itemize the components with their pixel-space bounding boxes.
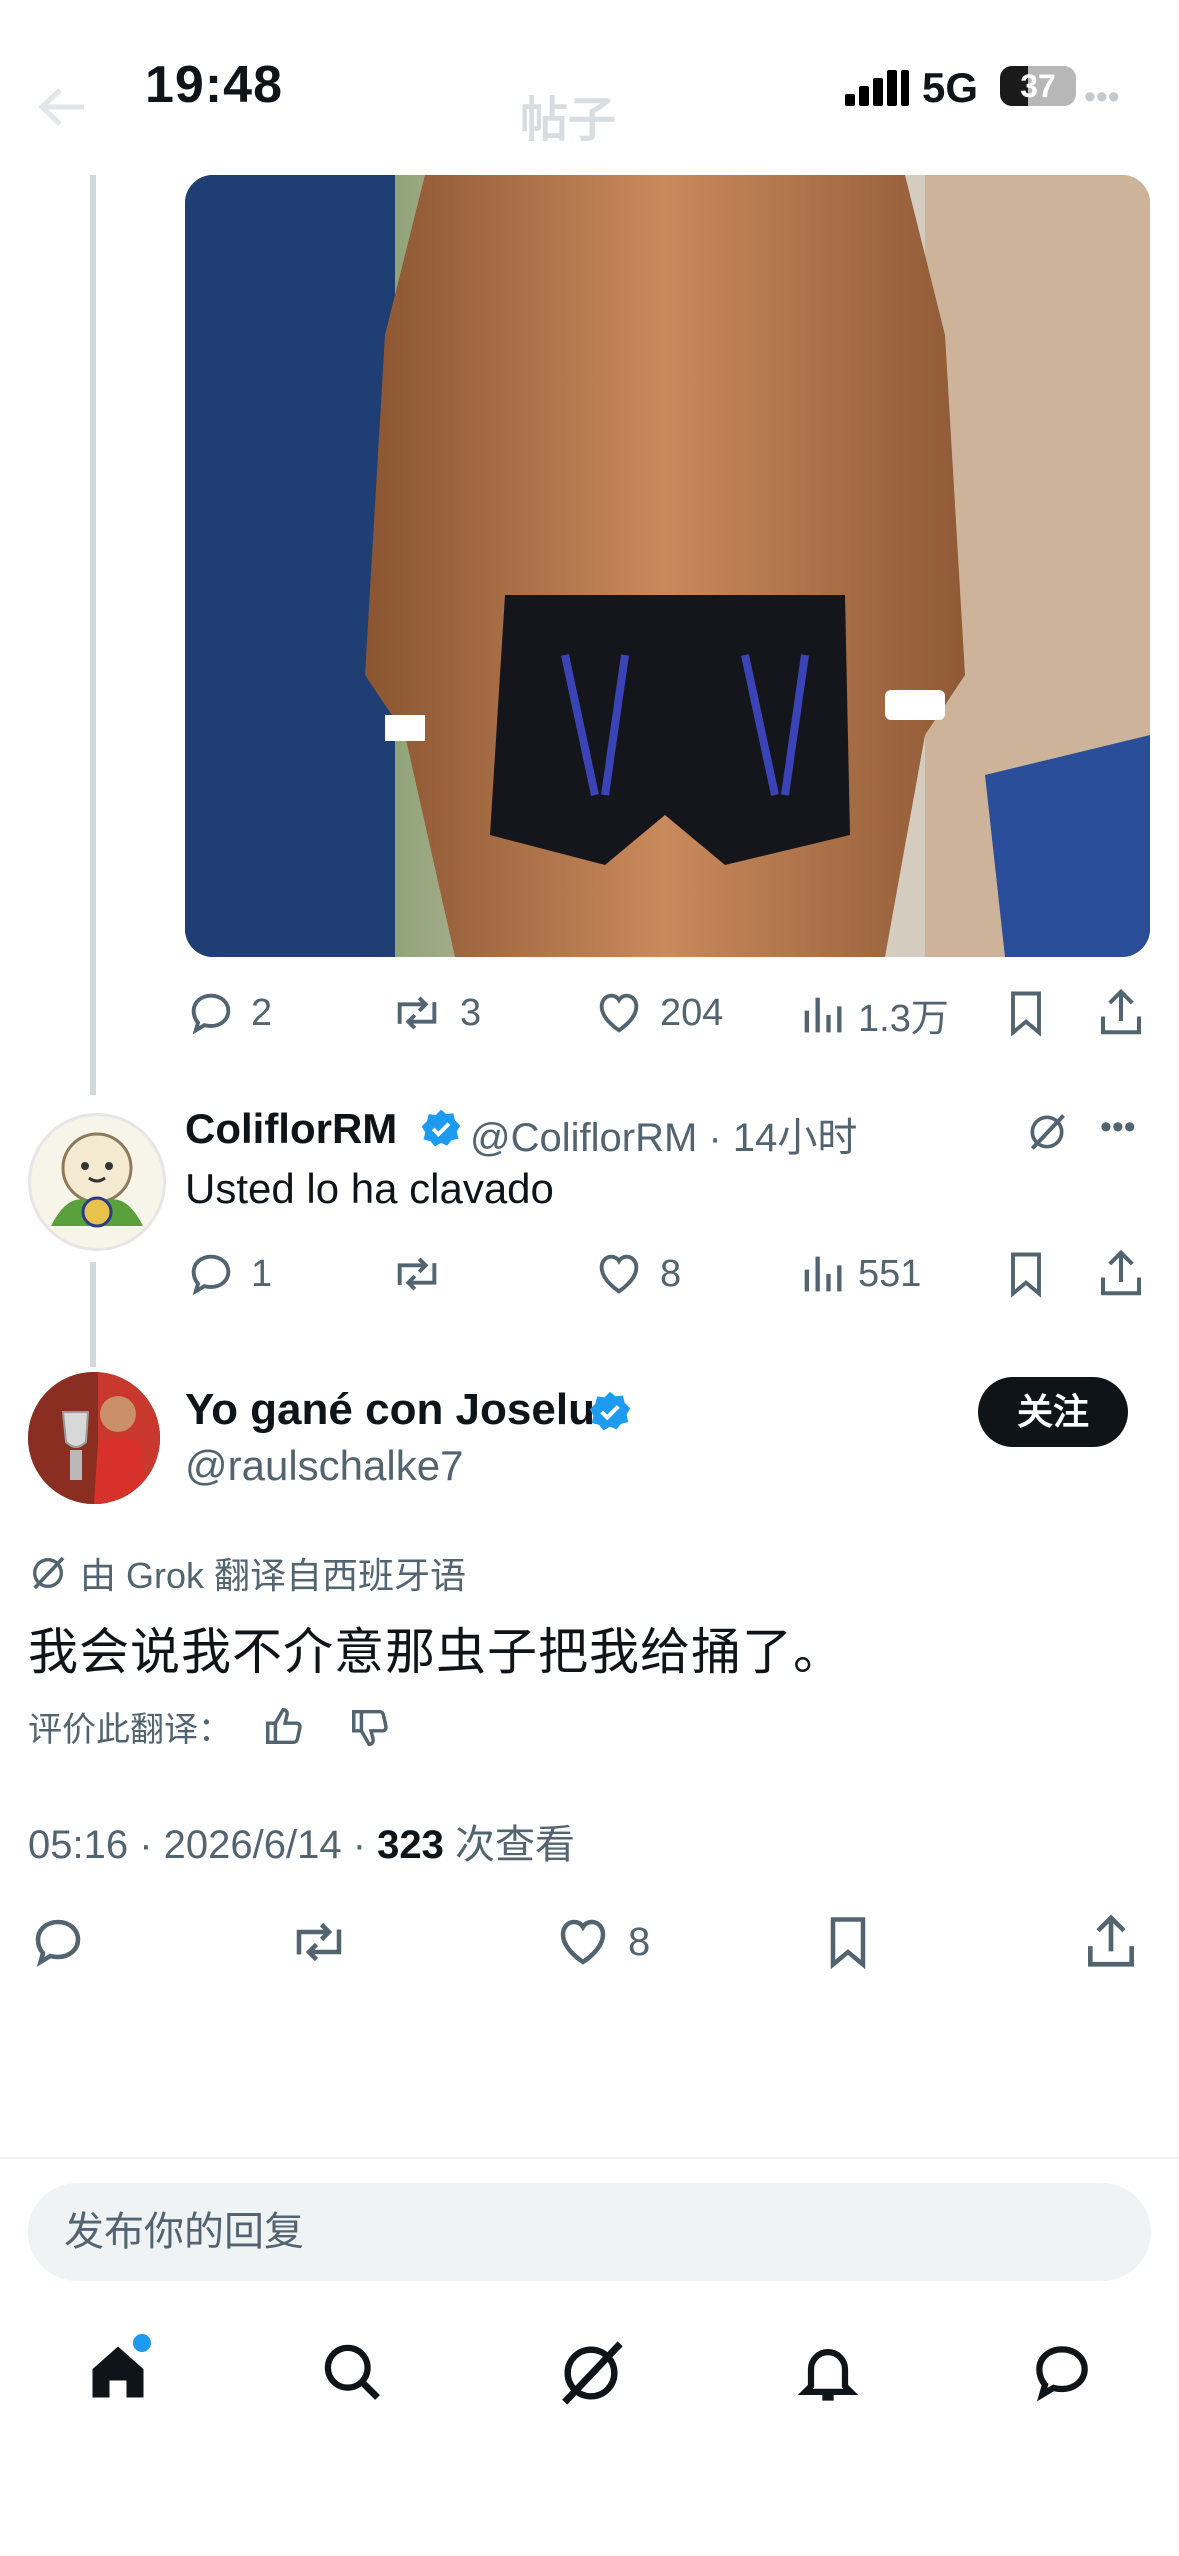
translation-notice: 由 Grok 翻译自西班牙语	[28, 1547, 466, 1599]
tab-messages[interactable]	[1028, 2338, 1096, 2406]
notification-dot	[133, 2334, 151, 2352]
more-options-icon[interactable]: •••	[1100, 1108, 1136, 1147]
reply-icon	[191, 1254, 231, 1296]
repost-icon	[397, 996, 437, 1030]
verified-badge-icon	[588, 1390, 632, 1434]
back-arrow-icon[interactable]	[30, 82, 90, 132]
share-icon[interactable]	[1082, 1910, 1140, 1972]
reply-text: Usted lo ha clavado	[185, 1165, 554, 1212]
bookmark-icon[interactable]	[820, 1912, 876, 1972]
tweet-meta: 05:16 · 2026/6/14 · 323 次查看	[28, 1812, 575, 1870]
views-count: 551	[858, 1252, 922, 1295]
avatar[interactable]	[28, 1113, 166, 1251]
divider	[0, 2157, 1179, 2159]
tweet-photo[interactable]	[185, 175, 1150, 957]
grok-icon	[33, 1556, 65, 1590]
bookmark-icon[interactable]	[1002, 1248, 1050, 1300]
views-count: 323	[377, 1823, 444, 1867]
thread-line	[90, 1262, 96, 1367]
signal-icon	[845, 68, 909, 108]
views-button[interactable]: 551	[800, 1248, 921, 1300]
tab-search[interactable]	[318, 2338, 386, 2406]
network-type: 5G	[922, 64, 979, 111]
bookmark-icon[interactable]	[1002, 987, 1050, 1039]
author-handle: @raulschalke7	[185, 1442, 464, 1489]
tab-grok[interactable]	[556, 2338, 626, 2408]
rate-label: 评价此翻译：	[28, 1711, 232, 1749]
like-button[interactable]: 204	[592, 987, 723, 1039]
author-name[interactable]: Yo gané con Joselu	[185, 1385, 595, 1435]
views-button[interactable]: 1.3万	[800, 987, 949, 1042]
repost-count: 3	[460, 991, 482, 1034]
repost-button[interactable]	[388, 1248, 460, 1300]
reply-handle-time: @ColiflorRM · 14小时	[470, 1116, 858, 1160]
heart-icon	[560, 1919, 606, 1965]
reply-button[interactable]: 2	[185, 987, 272, 1039]
repost-button[interactable]: 3	[388, 987, 481, 1039]
reply-button[interactable]: 1	[185, 1248, 272, 1300]
views-label: 次查看	[443, 1823, 576, 1867]
reply-count: 2	[251, 991, 273, 1034]
avatar[interactable]	[28, 1372, 160, 1504]
views-count: 1.3万	[858, 998, 949, 1040]
translation-label: 由 Grok 翻译自西班牙语	[80, 1555, 467, 1596]
like-button[interactable]: 8	[552, 1912, 650, 1972]
repost-icon	[397, 1257, 437, 1291]
search-icon	[324, 2344, 380, 2400]
heart-icon	[599, 1254, 639, 1294]
battery-icon: 37	[1000, 66, 1076, 106]
tweet-timestamp: 05:16 · 2026/6/14 ·	[28, 1823, 378, 1867]
reply-count: 1	[251, 1252, 273, 1295]
battery-level: 37	[1020, 68, 1056, 104]
thumbs-down-icon[interactable]	[348, 1704, 394, 1750]
bell-icon	[797, 2349, 859, 2401]
more-dots-icon[interactable]: •••	[1084, 78, 1120, 117]
reply-author-name[interactable]: ColiflorRM	[185, 1105, 397, 1153]
share-icon[interactable]	[1096, 985, 1146, 1039]
thread-line	[90, 175, 96, 1095]
thumbs-up-icon[interactable]	[262, 1704, 308, 1750]
reply-icon	[191, 993, 231, 1035]
like-count: 204	[660, 991, 724, 1034]
tweet-text: 我会说我不介意那虫子把我给捅了。	[28, 1624, 844, 1680]
status-time: 19:48	[145, 56, 283, 114]
page-title: 帖子	[520, 94, 617, 147]
like-count: 8	[660, 1252, 682, 1295]
views-icon	[804, 1256, 842, 1292]
grok-icon	[562, 2341, 623, 2405]
repost-icon[interactable]	[286, 1912, 352, 1972]
reply-input[interactable]: 发布你的回复	[28, 2183, 1151, 2281]
share-icon[interactable]	[1096, 1246, 1146, 1300]
message-icon	[1036, 2346, 1088, 2402]
like-button[interactable]: 8	[592, 1248, 681, 1300]
rate-translation: 评价此翻译：	[28, 1702, 394, 1751]
grok-icon[interactable]	[1025, 1110, 1069, 1154]
reply-icon[interactable]	[28, 1912, 88, 1972]
like-count: 8	[628, 1919, 651, 1964]
heart-icon	[599, 993, 639, 1033]
follow-button[interactable]: 关注	[978, 1377, 1128, 1447]
verified-badge-icon	[420, 1108, 462, 1150]
views-icon	[804, 997, 842, 1032]
tab-notifications[interactable]	[794, 2338, 862, 2406]
